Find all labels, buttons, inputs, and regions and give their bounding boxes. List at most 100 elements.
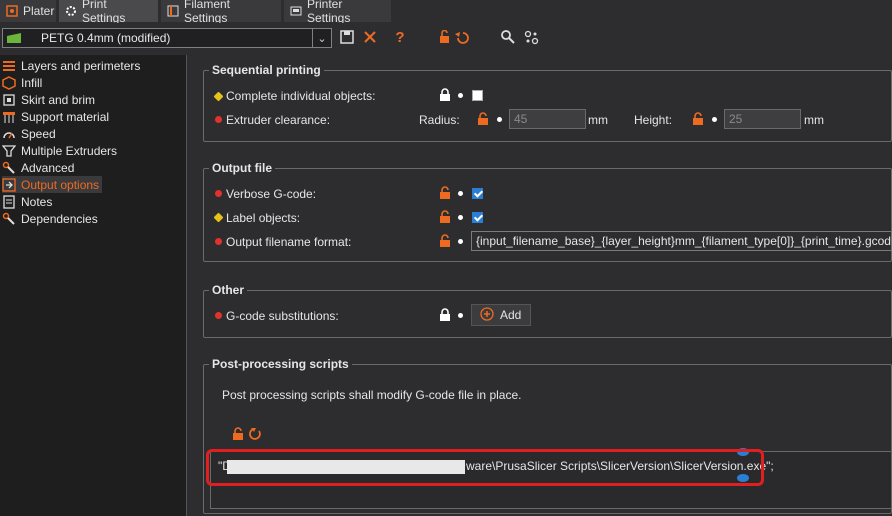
add-label: Add [500,308,522,322]
extruder-clearance-label: Extruder clearance: [226,113,331,127]
extruder-icon [1,144,17,158]
lock-open-icon[interactable] [691,112,705,126]
lock-closed-icon [438,88,452,102]
tab-plater-label: Plater [23,4,55,18]
lock-open-icon[interactable] [438,234,452,248]
filament-icon [167,5,179,17]
reset-all-icon[interactable] [439,28,469,46]
nav-item-label: Skirt and brim [21,92,96,107]
support-icon [2,110,16,124]
height-field[interactable]: 25 [724,109,801,129]
nav-item-speed[interactable]: Speed [2,125,59,142]
verbose-gcode-label: Verbose G-code: [226,187,317,201]
lock-open-icon[interactable] [438,186,452,200]
filament-flag-icon [7,33,21,43]
highlight-annotation [206,449,764,486]
nav-item-label: Infill [21,75,43,90]
post-processing-note: Post processing scripts shall modify G-c… [222,388,522,402]
lock-open-icon[interactable] [438,210,452,224]
complete-objects-checkbox[interactable] [472,90,483,101]
output-icon [2,177,16,192]
reset-arrow-icon[interactable] [248,427,262,441]
complete-objects-label: Complete individual objects: [226,89,376,103]
system-value-dot-icon [458,313,463,318]
system-value-dot-icon [458,239,463,244]
layers-icon [2,59,16,73]
nav-item-extruders[interactable]: Multiple Extruders [1,142,120,159]
tab-filament-settings-label: Filament Settings [184,0,231,25]
system-value-dot-icon [458,191,463,196]
nav-item-label: Dependencies [21,211,98,226]
plater-icon [6,5,18,17]
notes-icon [2,194,16,209]
system-value-dot-icon [497,117,502,122]
label-objects-label: Label objects: [226,211,301,225]
nav-item-output-options[interactable]: Output options [2,176,103,193]
search-icon[interactable] [499,28,517,46]
nav-item-label: Layers and perimeters [21,58,141,73]
wrench-icon [2,212,16,226]
add-icon [480,306,494,324]
height-unit: mm [804,113,824,127]
wrench-icon [2,161,16,175]
speed-icon [2,127,16,141]
nav-item-notes[interactable]: Notes [2,193,55,210]
save-icon[interactable] [338,28,356,46]
height-label: Height: [634,113,673,127]
add-substitution-button[interactable]: Add [471,304,531,326]
group-title: Other [209,283,248,297]
preset-combo[interactable]: PETG 0.4mm (modified) ⌄ [2,28,332,48]
filename-format-field[interactable]: {input_filename_base}_{layer_height}mm_{… [471,231,892,251]
radius-unit: mm [588,113,608,127]
tab-filament-settings[interactable]: Filament Settings [161,0,281,25]
radius-field[interactable]: 45 [509,109,586,129]
group-sequential-printing [203,70,892,142]
tab-print-settings-label: Print Settings [82,0,126,25]
tab-bar: Plater Print Settings Filament Settings … [0,0,892,25]
expert-mode-icon [215,116,222,123]
lock-open-icon[interactable] [231,427,245,441]
verbose-gcode-checkbox[interactable] [472,188,483,199]
delete-icon[interactable] [361,28,379,46]
group-title: Post-processing scripts [209,357,352,371]
help-icon[interactable]: ? [391,28,409,46]
system-value-dot-icon [458,215,463,220]
settings-nav: Layers and perimeters Infill Skirt and b… [0,55,187,516]
tab-printer-settings-label: Printer Settings [307,0,351,25]
nav-item-advanced[interactable]: Advanced [2,159,77,176]
radius-label: Radius: [419,113,460,127]
nav-item-label: Speed [21,126,56,141]
compare-icon[interactable] [522,28,540,46]
system-value-dot-icon [458,93,463,98]
skirt-icon [2,93,16,107]
gcode-substitutions-label: G-code substitutions: [226,309,339,323]
nav-item-layers[interactable]: Layers and perimeters [2,57,143,74]
nav-item-label: Output options [21,177,100,192]
nav-item-label: Support material [21,109,110,124]
tab-print-settings[interactable]: Print Settings [59,0,158,25]
nav-item-support[interactable]: Support material [2,108,112,125]
nav-item-skirt[interactable]: Skirt and brim [2,91,98,108]
infill-icon [2,75,16,90]
lock-open-icon[interactable] [476,112,490,126]
group-title: Output file [209,161,275,175]
printer-icon [290,5,302,17]
filename-format-label: Output filename format: [226,235,352,249]
nav-item-label: Advanced [21,160,75,175]
system-value-dot-icon [712,117,717,122]
tab-printer-settings[interactable]: Printer Settings [284,0,391,25]
expert-mode-icon [215,238,222,245]
preset-value: PETG 0.4mm (modified) [41,31,171,45]
expert-mode-icon [215,312,222,319]
lock-closed-icon [438,308,452,322]
gear-icon [65,5,77,17]
group-title: Sequential printing [209,63,324,77]
nav-item-label: Notes [21,194,53,209]
chevron-down-icon[interactable]: ⌄ [312,29,331,47]
nav-item-infill[interactable]: Infill [2,74,45,91]
label-objects-checkbox[interactable] [472,212,483,223]
nav-item-label: Multiple Extruders [21,143,118,158]
tab-plater[interactable]: Plater [0,0,56,22]
nav-item-dependencies[interactable]: Dependencies [2,210,101,227]
expert-mode-icon [215,190,222,197]
